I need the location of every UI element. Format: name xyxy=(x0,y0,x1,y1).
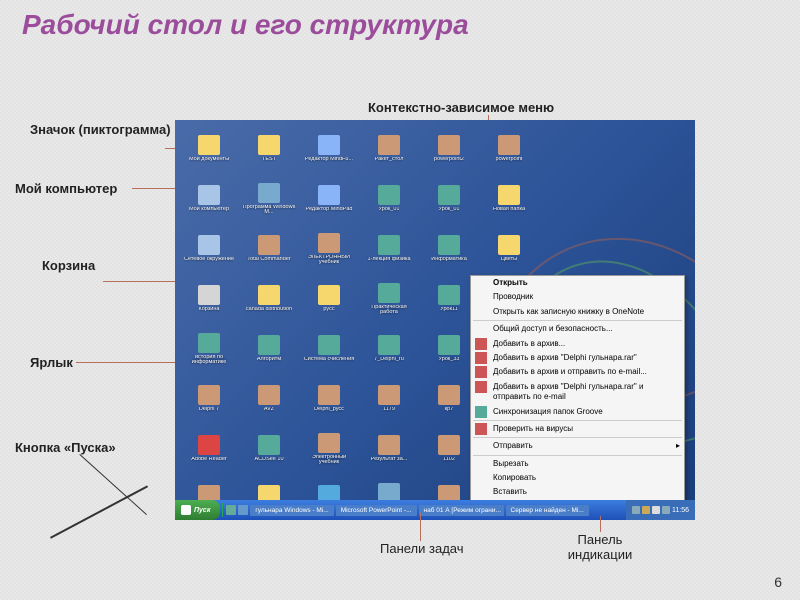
menu-separator xyxy=(473,320,682,321)
desktop-icon[interactable]: AVZ xyxy=(240,375,298,423)
quicklaunch-icon[interactable] xyxy=(226,505,236,515)
pointer-line-v xyxy=(420,513,421,541)
start-flag-icon xyxy=(181,505,191,515)
desktop-icon[interactable] xyxy=(540,175,598,223)
menu-separator xyxy=(473,455,682,456)
desktop-icon[interactable]: Новая папка xyxy=(480,175,538,223)
label-taskbar: Панели задач xyxy=(380,541,464,556)
desktop-icon[interactable]: Урок_01 xyxy=(420,175,478,223)
desktop-icon[interactable]: Алгоритм xyxy=(240,325,298,373)
label-context: Контекстно-зависимое меню xyxy=(368,100,554,115)
desktop-icon[interactable]: canada distribution xyxy=(240,275,298,323)
desktop-icon[interactable]: 1179 xyxy=(360,375,418,423)
menu-item[interactable]: Отправить▸ xyxy=(471,439,684,453)
desktop-icon[interactable]: Редактор MindPad xyxy=(300,175,358,223)
desktop-icon[interactable]: Корзина xyxy=(180,275,238,323)
desktop-icon[interactable]: powerpoint2 xyxy=(420,125,478,173)
desktop-icon[interactable]: Adobe Reader xyxy=(180,425,238,473)
desktop-icon[interactable]: Результат за... xyxy=(360,425,418,473)
desktop-icon[interactable] xyxy=(540,225,598,273)
desktop-icon[interactable]: ЭЛЕКТРОННЫЙ учебник xyxy=(300,225,358,273)
taskbar-app-button[interactable]: наб 01 А [Режим ограни... xyxy=(419,505,504,516)
label-shortcut: Ярлык xyxy=(30,355,75,370)
desktop-icon[interactable]: TEST xyxy=(240,125,298,173)
desktop-icon[interactable]: 1-лекция физика xyxy=(360,225,418,273)
menu-item[interactable]: Вставить xyxy=(471,485,684,499)
menu-item[interactable]: Копировать xyxy=(471,471,684,485)
desktop-icon[interactable]: русс xyxy=(300,275,358,323)
label-mycomputer: Мой компьютер xyxy=(15,181,117,196)
desktop-icon[interactable]: Система счисления xyxy=(300,325,358,373)
label-recycle: Корзина xyxy=(42,258,95,273)
taskbar-app-button[interactable]: Сервер не найден - Mi... xyxy=(506,505,589,516)
desktop-icon[interactable] xyxy=(540,125,598,173)
desktop-icon[interactable]: Total Commander xyxy=(240,225,298,273)
system-tray: 11:56 xyxy=(626,500,695,520)
menu-item[interactable]: Добавить в архив... xyxy=(471,337,684,351)
desktop-icon[interactable]: история по информатике xyxy=(180,325,238,373)
desktop-icon[interactable]: Delphi_русс xyxy=(300,375,358,423)
desktop-icon[interactable]: ACDSee 10 xyxy=(240,425,298,473)
desktop-icon[interactable]: Урок_01 xyxy=(360,175,418,223)
menu-item[interactable]: Вырезать xyxy=(471,457,684,471)
label-start: Кнопка «Пуска» xyxy=(15,440,116,455)
pointer-line-v xyxy=(600,516,601,532)
start-label: Пуск xyxy=(194,507,210,514)
tray-icon[interactable] xyxy=(632,506,640,514)
quicklaunch-icon[interactable] xyxy=(238,505,248,515)
menu-separator xyxy=(473,437,682,438)
menu-item[interactable]: Проводник xyxy=(471,290,684,304)
menu-icon xyxy=(475,352,487,364)
menu-item[interactable]: Синхронизация папок Groove xyxy=(471,405,684,419)
divider xyxy=(222,503,223,517)
menu-item[interactable]: Общий доступ и безопасность... xyxy=(471,322,684,336)
desktop-icon[interactable]: Информатика xyxy=(420,225,478,273)
menu-item[interactable]: Проверить на вирусы xyxy=(471,422,684,436)
slide-title: Рабочий стол и его структура xyxy=(0,0,800,51)
tray-icon[interactable] xyxy=(642,506,650,514)
desktop-icon[interactable]: 7_Delphi_ru xyxy=(360,325,418,373)
menu-icon xyxy=(475,366,487,378)
desktop-icon[interactable]: Редактор MindFu... xyxy=(300,125,358,173)
desktop-icon[interactable]: Сетевое окружение xyxy=(180,225,238,273)
page-number: 6 xyxy=(774,574,782,590)
menu-icon xyxy=(475,381,487,393)
menu-icon xyxy=(475,423,487,435)
taskbar: Пуск гульнара Windows - Mi...Microsoft P… xyxy=(175,500,695,520)
menu-item[interactable]: Открыть как записную книжку в OneNote xyxy=(471,305,684,319)
submenu-arrow-icon: ▸ xyxy=(676,441,680,451)
menu-item[interactable]: Добавить в архив "Delphi гульнара.rar" xyxy=(471,351,684,365)
desktop-icon[interactable]: Практическая работа xyxy=(360,275,418,323)
context-menu[interactable]: ОткрытьПроводникОткрыть как записную кни… xyxy=(470,275,685,520)
desktop-icon[interactable]: Delphi 7 xyxy=(180,375,238,423)
menu-item[interactable]: Добавить в архив и отправить по e-mail..… xyxy=(471,365,684,379)
desktop-icon[interactable]: Мои документы xyxy=(180,125,238,173)
clock: 11:56 xyxy=(672,507,689,514)
tray-icon[interactable] xyxy=(652,506,660,514)
desktop-icon[interactable]: powerpoint xyxy=(480,125,538,173)
desktop-icon[interactable]: Электронный учебник xyxy=(300,425,358,473)
label-tray: Панель индикации xyxy=(565,532,635,562)
label-icon: Значок (пиктограмма) xyxy=(30,122,171,137)
taskbar-app-button[interactable]: Microsoft PowerPoint -... xyxy=(336,505,417,516)
taskbar-app-button[interactable]: гульнара Windows - Mi... xyxy=(250,505,333,516)
desktop-icon[interactable]: Цветы xyxy=(480,225,538,273)
desktop-screenshot: Windows Professional Мои документыTESTРе… xyxy=(175,120,695,520)
menu-item[interactable]: Добавить в архив "Delphi гульнара.rar" и… xyxy=(471,380,684,405)
tray-icon[interactable] xyxy=(662,506,670,514)
start-button[interactable]: Пуск xyxy=(175,500,220,520)
menu-item[interactable]: Открыть xyxy=(471,276,684,290)
menu-icon xyxy=(475,406,487,418)
desktop-icon[interactable]: Ракет_стол xyxy=(360,125,418,173)
desktop-icon[interactable]: Мой компьютер xyxy=(180,175,238,223)
menu-icon xyxy=(475,338,487,350)
desktop-icon[interactable]: Программа Windows M... xyxy=(240,175,298,223)
menu-separator xyxy=(473,420,682,421)
